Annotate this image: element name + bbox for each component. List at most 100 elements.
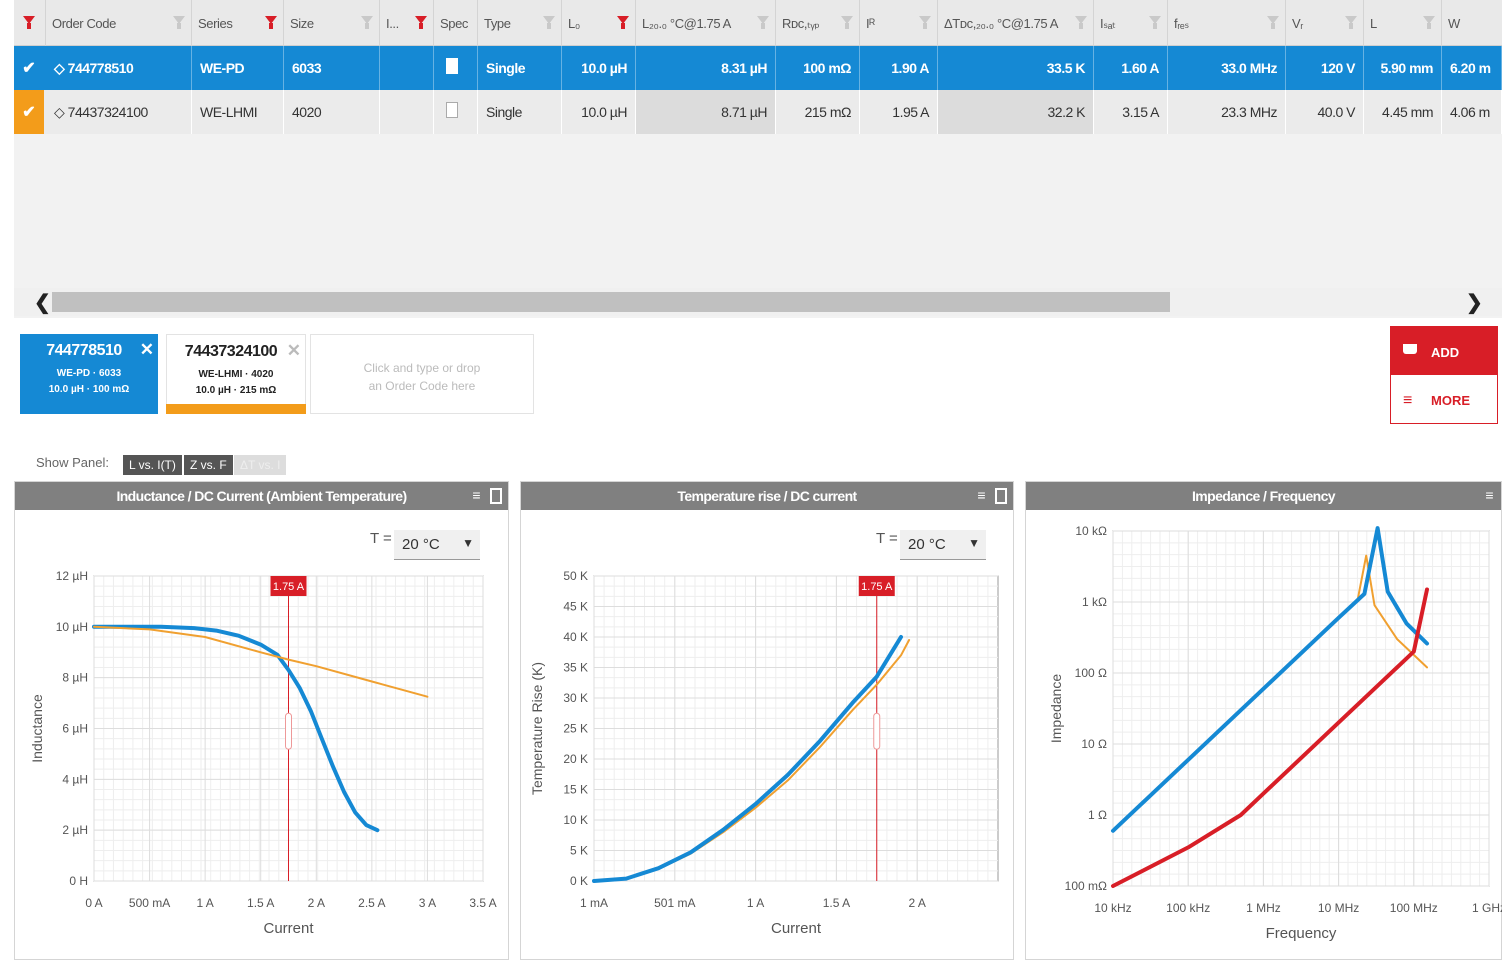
cell-series: WE-LHMI (192, 90, 284, 134)
maximize-icon[interactable] (995, 488, 1007, 504)
cell-l-at: 8.71 µH (636, 90, 776, 134)
cell-rdc: 100 mΩ (776, 46, 860, 90)
toggle-l-vs-i[interactable]: L vs. I(T) (123, 455, 182, 475)
table-row[interactable]: ✔ ◇ 74437324100 WE-LHMI 4020 Single 10.0… (14, 90, 1502, 134)
cell-l-at: 8.31 µH (636, 46, 776, 90)
add-label: ADD (1431, 345, 1460, 360)
maximize-icon[interactable] (490, 488, 502, 504)
grid-header: Order Code Series Size I... Spec Type L₀… (14, 0, 1502, 46)
menu-icon[interactable]: ≡ (1485, 487, 1493, 503)
cell-fres: 33.0 MHz (1168, 46, 1286, 90)
col-isat[interactable]: Iₛₐₜ (1094, 0, 1168, 46)
x-tick-label: 3 A (419, 896, 436, 910)
close-icon[interactable]: ✕ (287, 341, 301, 361)
col-size[interactable]: Size (284, 0, 380, 46)
cell-order-code[interactable]: ◇ 744778510 (46, 46, 192, 90)
y-tick-label: 10 Ω (1081, 737, 1107, 751)
toggle-z-vs-f[interactable]: Z vs. F (184, 455, 233, 475)
toggle-dt-vs-i[interactable]: ΔT vs. I (234, 455, 287, 475)
current-marker-label: 1.75 A (861, 581, 893, 593)
filter-active-icon[interactable] (617, 16, 629, 29)
cell-w: 4.06 m (1442, 90, 1502, 134)
col-w[interactable]: W (1442, 0, 1502, 46)
col-type[interactable]: Type (478, 0, 562, 46)
header-filter-all[interactable] (14, 0, 46, 46)
y-tick-label: 10 K (563, 813, 588, 827)
y-axis-label: Inductance (29, 694, 45, 763)
scrollbar-thumb[interactable] (52, 292, 1170, 312)
compare-card-2[interactable]: 74437324100 ✕ WE-LHMI · 4020 10.0 µH · 2… (166, 334, 306, 414)
col-l-at-current[interactable]: L₂₀.₀ °C@1.75 A (636, 0, 776, 46)
horizontal-scrollbar[interactable]: ❮ ❯ (14, 288, 1502, 316)
col-l[interactable]: L (1364, 0, 1442, 46)
filter-icon[interactable] (841, 16, 853, 29)
y-tick-label: 5 K (570, 844, 588, 858)
filter-icon[interactable] (543, 16, 555, 29)
cell-spec[interactable] (434, 46, 478, 90)
scroll-right-icon[interactable]: ❯ (1466, 290, 1483, 315)
col-spec[interactable]: Spec (434, 0, 478, 46)
cell-spec[interactable] (434, 90, 478, 134)
filter-icon[interactable] (361, 16, 373, 29)
y-tick-label: 25 K (563, 722, 588, 736)
row-check-icon[interactable]: ✔ (14, 46, 44, 90)
filter-icon[interactable] (1423, 16, 1435, 29)
datasheet-icon[interactable] (446, 58, 458, 74)
cart-icon (1403, 344, 1417, 354)
y-tick-label: 35 K (563, 661, 588, 675)
datasheet-icon[interactable] (446, 102, 458, 118)
cell-type: Single (478, 90, 562, 134)
menu-icon[interactable]: ≡ (977, 487, 985, 503)
y-axis-label: Temperature Rise (K) (529, 662, 545, 795)
cell-l: 5.90 mm (1364, 46, 1442, 90)
action-box: ADD ≡ MORE (1390, 326, 1498, 424)
filter-icon[interactable] (757, 16, 769, 29)
filter-active-icon[interactable] (265, 16, 277, 29)
close-icon[interactable]: ✕ (140, 340, 154, 360)
compare-card-1[interactable]: 744778510 ✕ WE-PD · 6033 10.0 µH · 100 m… (20, 334, 158, 414)
col-i[interactable]: I... (380, 0, 434, 46)
row-check-icon[interactable]: ✔ (14, 90, 44, 134)
compare-card-values: 10.0 µH · 215 mΩ (195, 385, 277, 396)
x-tick-label: 1 GHz (1472, 901, 1502, 915)
cell-delta-t: 33.5 K (938, 46, 1094, 90)
filter-icon[interactable] (1345, 16, 1357, 29)
more-button[interactable]: ≡ MORE (1391, 377, 1497, 423)
cell-order-code[interactable]: ◇ 74437324100 (46, 90, 192, 134)
chart-inductance[interactable]: 0 A 500 mA 1 A 1.5 A 2 A 2.5 A 3 A 3.5 A 0 H 2 µH… (14, 509, 509, 960)
y-tick-label: 0 H (69, 874, 88, 888)
compare-card-code: 744778510 (46, 342, 122, 359)
table-row[interactable]: ✔ ◇ 744778510 WE-PD 6033 Single 10.0 µH … (14, 46, 1502, 90)
filter-icon[interactable] (1149, 16, 1161, 29)
col-delta-t[interactable]: ΔTᴅᴄ,₂₀.₀ °C@1.75 A (938, 0, 1094, 46)
col-vr[interactable]: Vᵣ (1286, 0, 1364, 46)
col-fres[interactable]: fᵣₑₛ (1168, 0, 1286, 46)
cell-w: 6.20 m (1442, 46, 1502, 90)
panel-title: Impedance / Frequency ≡ (1026, 482, 1501, 510)
chart-impedance[interactable]: 10 kHz 100 kHz 1 MHz 10 MHz 100 MHz 1 GHz 100 … (1025, 509, 1502, 960)
filter-icon[interactable] (1267, 16, 1279, 29)
cell-isat: 3.15 A (1094, 90, 1168, 134)
col-series[interactable]: Series (192, 0, 284, 46)
add-button[interactable]: ADD (1391, 327, 1497, 375)
panel-title-text: Temperature rise / DC current (677, 488, 857, 504)
y-tick-label: 0 K (570, 874, 588, 888)
col-ir[interactable]: Iᴿ (860, 0, 938, 46)
chart-temperature-rise[interactable]: 1 mA 501 mA 1 A 1.5 A 2 A 0 K 5 K 10 K 15 K 20 K 2… (520, 509, 1014, 960)
filter-icon[interactable] (919, 16, 931, 29)
compare-drop-zone[interactable]: Click and type or drop an Order Code her… (310, 334, 534, 414)
y-tick-label: 6 µH (62, 722, 88, 736)
y-tick-label: 20 K (563, 752, 588, 766)
scroll-left-icon[interactable]: ❮ (34, 290, 51, 315)
y-tick-label: 8 µH (62, 671, 88, 685)
filter-active-icon[interactable] (415, 16, 427, 29)
col-order-code[interactable]: Order Code (46, 0, 192, 46)
filter-icon[interactable] (1075, 16, 1087, 29)
panel-title-text: Inductance / DC Current (Ambient Tempera… (116, 488, 407, 504)
col-l0[interactable]: L₀ (562, 0, 636, 46)
cell-i (380, 90, 434, 134)
filter-icon[interactable] (173, 16, 185, 29)
y-tick-label: 10 kΩ (1075, 524, 1107, 538)
col-rdc[interactable]: Rᴅᴄ,ₜᵧₚ (776, 0, 860, 46)
menu-icon[interactable]: ≡ (472, 487, 480, 503)
